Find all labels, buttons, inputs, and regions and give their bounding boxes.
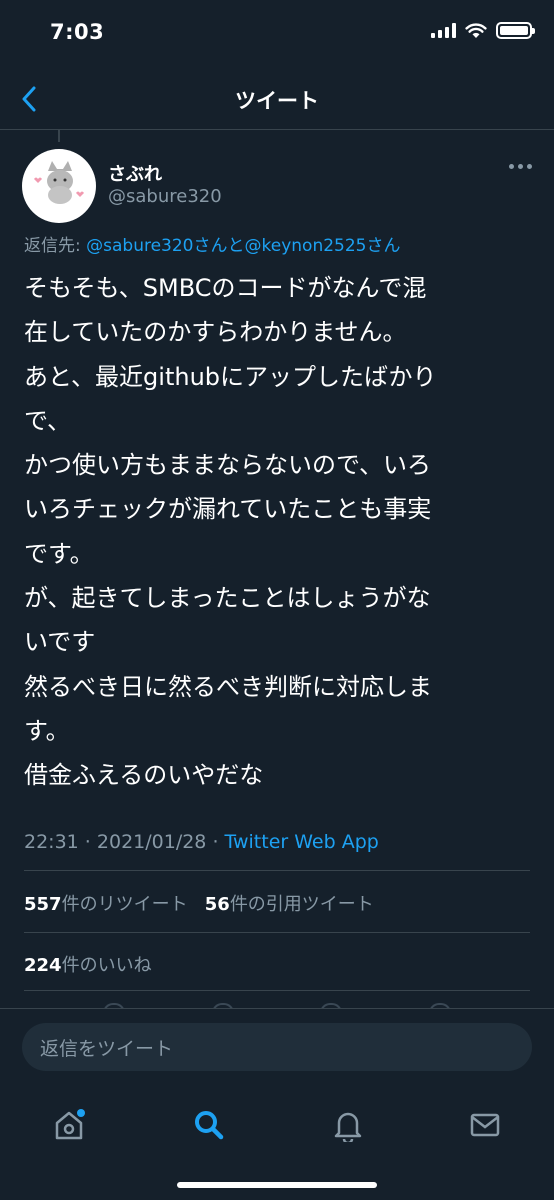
- status-icons: [431, 22, 535, 39]
- bell-icon: [334, 1112, 362, 1142]
- reply-mention-link[interactable]: @keynon2525さん: [245, 236, 401, 256]
- retweet-label: 件のリツイート: [61, 894, 188, 915]
- search-icon: [195, 1111, 224, 1140]
- tweet-text-line: いろチェックが漏れていたことも事実: [24, 495, 432, 524]
- navigation-header: ツイート: [0, 70, 554, 130]
- reply-mention-link[interactable]: @sabure320さんと: [86, 236, 244, 256]
- author-display-name[interactable]: さぶれ: [108, 160, 162, 186]
- quote-count: 56: [204, 894, 230, 915]
- avatar[interactable]: [22, 149, 96, 223]
- likes-stat[interactable]: 224件のいいね: [24, 955, 152, 976]
- home-icon: [55, 1109, 85, 1140]
- dot: [527, 164, 532, 169]
- meta-separator: ·: [206, 831, 225, 853]
- divider: [24, 870, 530, 871]
- wifi-icon: [465, 22, 487, 38]
- tweet-text-line: いです: [24, 628, 96, 657]
- tweet-text-line: 在していたのかすらわかりません。: [24, 318, 407, 347]
- divider: [24, 990, 530, 991]
- like-label: 件のいいね: [61, 955, 152, 976]
- tweet-text-line: 然るべき日に然るべき判断に対応しま: [24, 672, 432, 701]
- cat-avatar-icon: [34, 161, 84, 204]
- battery-icon: [496, 22, 535, 39]
- status-time: 7:03: [50, 20, 105, 44]
- reply-prefix: 返信先:: [24, 236, 87, 256]
- mail-icon: [470, 1113, 500, 1137]
- tweet-date: 2021/01/28: [96, 831, 207, 853]
- tweet-text-line: で、: [24, 406, 72, 435]
- engagement-stats-row: 557件のリツイート 56件の引用ツイート: [24, 890, 374, 916]
- cellular-signal-icon: [431, 23, 456, 38]
- tweet-metadata: 22:31 · 2021/01/28 · Twitter Web App: [24, 831, 379, 853]
- tweet-text-line: そもそも、SMBCのコードがなんで混: [24, 274, 427, 302]
- tab-messages[interactable]: [460, 1100, 510, 1150]
- tweet-text-line: かつ使い方もままならないので、いろ: [24, 451, 432, 480]
- source-app-link[interactable]: Twitter Web App: [225, 831, 379, 853]
- tweet-text-line: 借金ふえるのいやだな: [24, 761, 264, 790]
- quote-label: 件の引用ツイート: [229, 894, 374, 915]
- tweet-text-line: す。: [24, 716, 70, 745]
- page-title: ツイート: [235, 89, 319, 113]
- tweet-time: 22:31: [24, 831, 79, 853]
- tab-search[interactable]: [184, 1100, 234, 1150]
- retweet-count: 557: [24, 894, 62, 915]
- tweet-text-line: が、起きてしまったことはしょうがな: [24, 584, 431, 613]
- like-count: 224: [24, 955, 62, 976]
- likes-stat-row: 224件のいいね: [24, 951, 152, 977]
- thread-connector-line: [58, 130, 60, 142]
- more-options-button[interactable]: [505, 160, 536, 173]
- status-bar: 7:03: [0, 0, 554, 70]
- home-indicator[interactable]: [177, 1182, 377, 1188]
- tweet-text: そもそも、SMBCのコードがなんで混 在していたのかすらわかりません。 あと、最…: [24, 266, 534, 798]
- dot: [509, 164, 514, 169]
- meta-separator: ·: [78, 831, 97, 853]
- tab-notifications[interactable]: [323, 1100, 373, 1150]
- tweet-text-line: あと、最近githubにアップしたばかり: [24, 362, 437, 391]
- tweet-text-line: です。: [24, 539, 94, 568]
- quote-tweets-stat[interactable]: 56件の引用ツイート: [205, 894, 374, 915]
- retweets-stat[interactable]: 557件のリツイート: [24, 894, 188, 915]
- author-handle[interactable]: @sabure320: [108, 186, 222, 207]
- dot: [518, 164, 523, 169]
- reply-input[interactable]: 返信をツイート: [22, 1023, 532, 1071]
- divider: [24, 932, 530, 933]
- tab-home[interactable]: [44, 1100, 94, 1150]
- reply-composer-bar: 返信をツイート: [0, 1008, 554, 1086]
- reply-context: 返信先: @sabure320さんと@keynon2525さん: [24, 231, 401, 256]
- bottom-tab-bar: [0, 1086, 554, 1200]
